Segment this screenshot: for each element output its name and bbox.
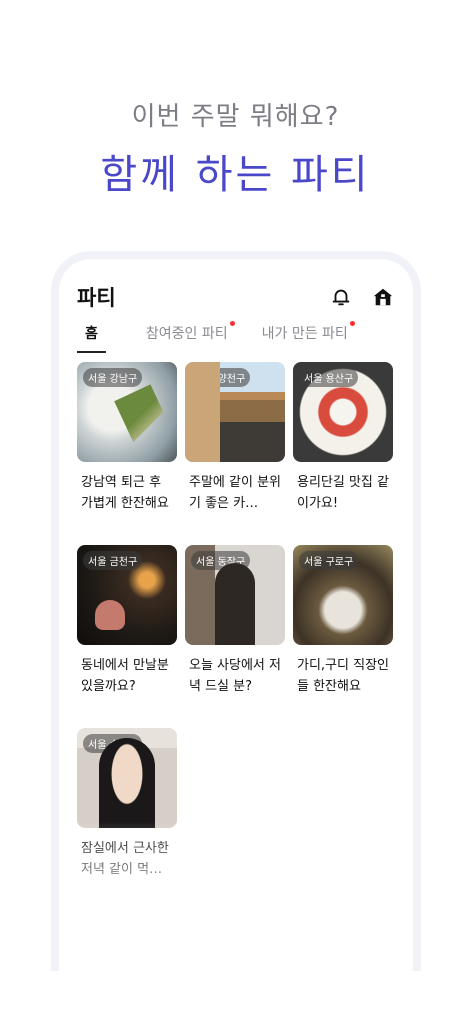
- phone-frame: 파티 홈 참여중인 파티 내가 만든 파티 서울 강남구 강남역 퇴근 후 가볍…: [51, 251, 421, 971]
- party-title: 가디,구디 직장인들 한잔해요: [297, 658, 389, 694]
- party-card[interactable]: 서울 구로구 가디,구디 직장인들 한잔해요: [293, 545, 393, 698]
- tab-label: 참여중인 파티: [145, 326, 228, 342]
- tab-home[interactable]: 홈: [77, 323, 106, 353]
- tab-my-parties[interactable]: 내가 만든 파티: [261, 321, 355, 351]
- party-card[interactable]: 서울 용산구 용리단길 맛집 같이가요!: [293, 362, 393, 515]
- location-tag: 서울 용산구: [299, 368, 359, 387]
- home-icon[interactable]: [371, 285, 395, 309]
- location-tag: 서울 양천구: [191, 368, 251, 387]
- tab-joined-parties[interactable]: 참여중인 파티: [145, 321, 235, 351]
- new-badge-dot: [229, 321, 235, 326]
- hero-title: 함께 하는 파티: [100, 152, 371, 198]
- top-icons: [329, 285, 395, 309]
- party-title: 오늘 사당에서 저녁 드실 분?: [189, 658, 281, 694]
- tab-label: 내가 만든 파티: [261, 326, 348, 342]
- hero-subtitle: 이번 주말 뭐해요?: [131, 102, 340, 132]
- party-card[interactable]: 서울 송파구 잠실에서 근사한 저녁 같이 먹…: [77, 728, 177, 881]
- party-grid: 서울 강남구 강남역 퇴근 후 가볍게 한잔해요 서울 양천구 주말에 같이 분…: [77, 362, 413, 881]
- tab-label: 홈: [85, 326, 98, 342]
- party-photo: 서울 금천구: [77, 545, 177, 645]
- tab-bar: 홈 참여중인 파티 내가 만든 파티: [77, 321, 403, 355]
- new-badge-dot: [349, 321, 355, 326]
- location-tag: 서울 강남구: [83, 368, 143, 387]
- location-tag: 서울 구로구: [299, 551, 359, 570]
- location-tag: 서울 동작구: [191, 551, 251, 570]
- party-photo: 서울 동작구: [185, 545, 285, 645]
- party-title: 용리단길 맛집 같이가요!: [297, 475, 389, 511]
- bell-icon[interactable]: [329, 285, 353, 309]
- party-photo: 서울 구로구: [293, 545, 393, 645]
- party-photo: 서울 용산구: [293, 362, 393, 462]
- top-bar: 파티: [77, 277, 395, 317]
- party-title: 동네에서 만날분 있을까요?: [81, 658, 169, 694]
- party-title: 주말에 같이 분위기 좋은 카…: [189, 475, 281, 511]
- location-tag: 서울 송파구: [83, 734, 143, 753]
- party-card[interactable]: 서울 금천구 동네에서 만날분 있을까요?: [77, 545, 177, 698]
- party-card[interactable]: 서울 동작구 오늘 사당에서 저녁 드실 분?: [185, 545, 285, 698]
- party-card[interactable]: 서울 강남구 강남역 퇴근 후 가볍게 한잔해요: [77, 362, 177, 515]
- party-title: 잠실에서 근사한 저녁 같이 먹…: [81, 841, 169, 877]
- location-tag: 서울 금천구: [83, 551, 143, 570]
- party-card[interactable]: 서울 양천구 주말에 같이 분위기 좋은 카…: [185, 362, 285, 515]
- app-title: 파티: [77, 286, 116, 310]
- party-photo: 서울 강남구: [77, 362, 177, 462]
- party-title: 강남역 퇴근 후 가볍게 한잔해요: [81, 475, 169, 511]
- party-photo: 서울 양천구: [185, 362, 285, 462]
- party-photo: 서울 송파구: [77, 728, 177, 828]
